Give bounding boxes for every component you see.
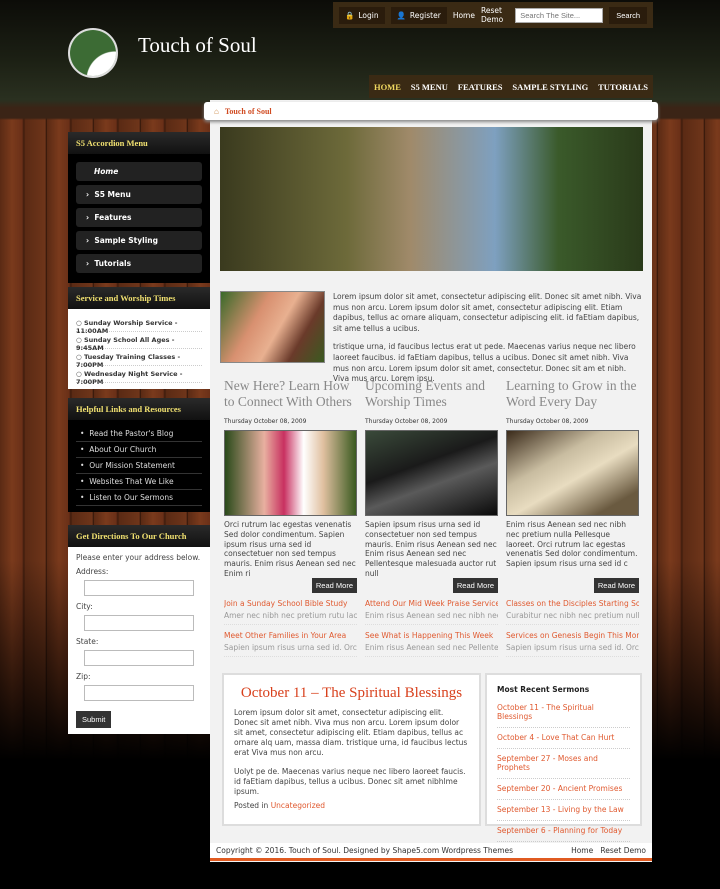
sermon-link[interactable]: September 27 - Moses and Prophets — [497, 750, 630, 779]
breadcrumb: ⌂ Touch of Soul — [204, 102, 658, 120]
login-button[interactable]: 🔒 Login — [339, 6, 385, 24]
sidebar-link[interactable]: • About Our Church — [76, 442, 202, 458]
read-more-button[interactable]: Read More — [311, 578, 357, 593]
accordion-item-home[interactable]: Home — [76, 162, 202, 181]
zip-label: Zip: — [76, 672, 91, 681]
footer-home-link[interactable]: Home — [571, 846, 593, 855]
hero-image — [220, 127, 643, 271]
sermon-link[interactable]: October 11 - The Spiritual Blessings — [497, 699, 630, 728]
sidebar-link[interactable]: • Websites That We Like — [76, 474, 202, 490]
logo[interactable] — [68, 28, 118, 78]
column-1: New Here? Learn How to Connect With Othe… — [224, 378, 357, 657]
sermon-link[interactable]: September 13 - Living by the Law — [497, 801, 630, 821]
sermon-link[interactable]: October 4 - Love That Can Hurt — [497, 729, 630, 749]
accordion-item-s5-menu[interactable]: › S5 Menu — [76, 185, 202, 204]
nav-s5-menu[interactable]: S5 MENU — [411, 82, 448, 92]
featured-post: October 11 – The Spiritual Blessings Lor… — [222, 673, 481, 826]
search-button[interactable]: Search — [609, 6, 647, 24]
home-icon[interactable]: ⌂ — [214, 107, 219, 116]
column-date: Thursday October 08, 2009 — [224, 418, 307, 425]
read-more-button[interactable]: Read More — [452, 578, 498, 593]
post-title[interactable]: October 11 – The Spiritual Blessings — [234, 685, 469, 702]
column-2: Upcoming Events and Worship Times Thursd… — [365, 378, 498, 657]
event-link[interactable]: Services on Genesis Begin This Month — [506, 631, 639, 640]
worship-times: Service and Worship Times ○ Sunday Worsh… — [68, 287, 210, 389]
accordion-item-features[interactable]: › Features — [76, 208, 202, 227]
site-title[interactable]: Touch of Soul — [138, 33, 257, 58]
helpful-links: Helpful Links and Resources • Read the P… — [68, 398, 210, 512]
accordion-title: S5 Accordion Menu — [68, 132, 210, 154]
breadcrumb-item[interactable]: Touch of Soul — [225, 107, 272, 116]
sidebar-link[interactable]: • Read the Pastor's Blog — [76, 426, 202, 442]
top-home-link[interactable]: Home — [453, 11, 475, 20]
footer: Copyright © 2016. Touch of Soul. Designe… — [210, 843, 652, 861]
sermon-link[interactable]: September 6 - Planning for Today — [497, 822, 630, 842]
directions-intro: Please enter your address below. — [76, 553, 201, 562]
column-title[interactable]: Learning to Grow in the Word Every Day — [506, 378, 639, 414]
copyright: Copyright © 2016. Touch of Soul. Designe… — [216, 846, 514, 855]
nav-features[interactable]: FEATURES — [458, 82, 503, 92]
state-input[interactable] — [84, 650, 194, 666]
nav-tutorials[interactable]: TUTORIALS — [598, 82, 648, 92]
nav-sample-styling[interactable]: SAMPLE STYLING — [512, 82, 588, 92]
lock-icon: 🔒 — [345, 10, 355, 20]
state-label: State: — [76, 637, 99, 646]
column-image — [365, 430, 498, 516]
sermon-link[interactable]: September 20 - Ancient Promises — [497, 780, 630, 800]
sidebar-link[interactable]: • Our Mission Statement — [76, 458, 202, 474]
column-title[interactable]: Upcoming Events and Worship Times — [365, 378, 498, 414]
column-image — [224, 430, 357, 516]
user-icon: 👤 — [396, 10, 406, 20]
links-title: Helpful Links and Resources — [68, 398, 210, 420]
accordion-item-tutorials[interactable]: › Tutorials — [76, 254, 202, 273]
zip-input[interactable] — [84, 685, 194, 701]
nav-home[interactable]: HOME — [374, 82, 401, 92]
footer-reset-link[interactable]: Reset Demo — [600, 846, 646, 855]
time-item: ○ Sunday Worship Service - 11:00AM — [76, 315, 202, 335]
column-3: Learning to Grow in the Word Every Day T… — [506, 378, 639, 657]
sermons-title: Most Recent Sermons — [497, 685, 590, 694]
directions-title: Get Directions To Our Church — [68, 525, 210, 547]
event-link[interactable]: Attend Our Mid Week Praise Service — [365, 599, 498, 608]
category-link[interactable]: Uncategorized — [271, 801, 325, 810]
accordion-menu: S5 Accordion Menu Home › S5 Menu › Featu… — [68, 132, 210, 283]
column-date: Thursday October 08, 2009 — [506, 418, 589, 425]
sidebar-link[interactable]: • Listen to Our Sermons — [76, 490, 202, 506]
recent-sermons: Most Recent Sermons October 11 - The Spi… — [485, 673, 642, 842]
top-reset-link[interactable]: Reset Demo — [481, 6, 509, 24]
event-link[interactable]: Join a Sunday School Bible Study — [224, 599, 357, 608]
main-nav: HOME S5 MENU FEATURES SAMPLE STYLING TUT… — [369, 75, 653, 98]
column-title[interactable]: New Here? Learn How to Connect With Othe… — [224, 378, 357, 414]
event-link[interactable]: Classes on the Disciples Starting Soon — [506, 599, 639, 608]
accordion-item-sample-styling[interactable]: › Sample Styling — [76, 231, 202, 250]
intro-text: Lorem ipsum dolor sit amet, consectetur … — [333, 292, 642, 384]
read-more-button[interactable]: Read More — [593, 578, 639, 593]
address-label: Address: — [76, 567, 109, 576]
address-input[interactable] — [84, 580, 194, 596]
event-link[interactable]: See What is Happening This Week — [365, 631, 498, 640]
register-button[interactable]: 👤 Register — [390, 6, 447, 24]
column-image — [506, 430, 639, 516]
column-date: Thursday October 08, 2009 — [365, 418, 448, 425]
times-title: Service and Worship Times — [68, 287, 210, 309]
search-input[interactable] — [515, 7, 604, 23]
intro-image — [220, 291, 325, 363]
city-label: City: — [76, 602, 93, 611]
directions-form: Get Directions To Our Church Please ente… — [68, 525, 210, 734]
submit-button[interactable]: Submit — [76, 711, 112, 728]
event-link[interactable]: Meet Other Families in Your Area — [224, 631, 357, 640]
top-bar: 🔒 Login 👤 Register Home Reset Demo Search — [333, 2, 653, 28]
city-input[interactable] — [84, 615, 194, 631]
